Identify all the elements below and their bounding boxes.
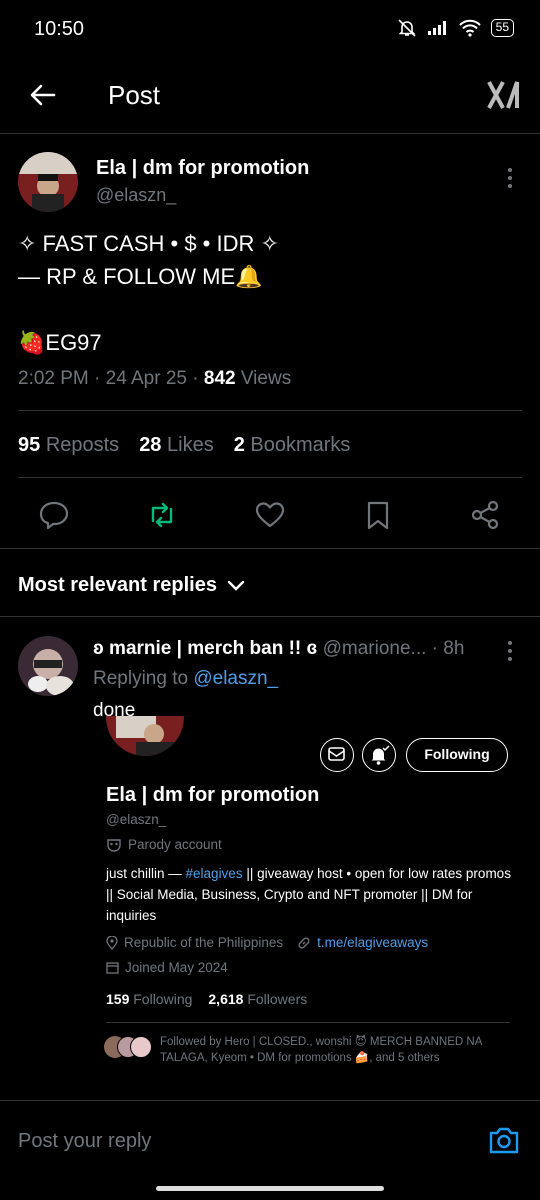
replying-to-prefix: Replying to — [93, 668, 194, 689]
card-followers-count: 2,618 — [208, 991, 244, 1007]
reply-time: · 8h — [431, 638, 465, 659]
author-name[interactable]: Ela | dm for promotion — [96, 157, 309, 180]
status-time: 10:50 — [34, 18, 85, 40]
card-following-count: 159 — [106, 991, 130, 1007]
card-joined-row: Joined May 2024 — [106, 960, 228, 975]
reply-image-profile-card[interactable]: Following Ela | dm for promotion @elaszn… — [94, 716, 522, 1100]
reply-composer — [0, 1100, 540, 1180]
reply-author-name[interactable]: ʚ marnie | merch ban !! ɞ — [93, 638, 317, 659]
share-icon[interactable] — [469, 499, 501, 531]
divider — [18, 477, 522, 478]
more-options-icon[interactable] — [504, 166, 516, 190]
reply-header: ʚ marnie | merch ban !! ɞ @marione... · … — [93, 638, 464, 660]
post-timestamp[interactable]: 2:02 PM · 24 Apr 25 · — [18, 368, 204, 389]
reply-icon[interactable] — [38, 499, 70, 531]
status-bar: 10:50 55 — [0, 0, 540, 60]
likes-count: 28 — [139, 434, 162, 456]
views-label: Views — [235, 368, 292, 389]
replying-to-handle[interactable]: @elaszn_ — [193, 668, 278, 689]
card-avatar — [106, 716, 184, 756]
card-handle: @elaszn_ — [106, 812, 167, 827]
top-app-bar: Post — [0, 60, 540, 134]
post-meta: 2:02 PM · 24 Apr 25 · 842 Views — [18, 368, 291, 390]
likes-stat[interactable]: 28 Likes — [139, 434, 214, 457]
likes-label: Likes — [167, 434, 214, 456]
signal-icon — [427, 21, 446, 35]
card-notify-button[interactable] — [362, 738, 396, 772]
card-following-button[interactable]: Following — [406, 738, 508, 772]
card-parody-label: Parody account — [106, 837, 222, 852]
bell-check-icon — [371, 745, 390, 765]
card-following-label: Following — [133, 991, 193, 1007]
camera-icon[interactable] — [488, 1125, 520, 1155]
section-divider — [0, 616, 540, 617]
card-follow-stats: 159 Following 2,618 Followers — [106, 991, 307, 1007]
card-message-button[interactable] — [320, 738, 354, 772]
card-divider — [106, 1022, 510, 1023]
post-line-3: 🍓EG97 — [18, 330, 102, 355]
post-text: ✧ FAST CASH • $ • IDR ✧ — RP & FOLLOW ME… — [18, 227, 279, 359]
card-followers-label: Followers — [247, 991, 308, 1007]
card-joined: Joined May 2024 — [125, 960, 228, 975]
reply-avatar[interactable] — [18, 636, 78, 696]
card-name: Ela | dm for promotion — [106, 784, 320, 806]
like-heart-icon[interactable] — [254, 499, 286, 531]
card-bio-part1: just chillin — — [106, 866, 186, 881]
post-line-2: — RP & FOLLOW ME🔔 — [18, 264, 263, 289]
section-divider — [0, 548, 540, 549]
post-line-1: ✧ FAST CASH • $ • IDR ✧ — [18, 231, 279, 256]
page-title: Post — [108, 80, 161, 110]
reposts-stat[interactable]: 95 Reposts — [18, 434, 119, 457]
bookmarks-stat[interactable]: 2 Bookmarks — [234, 434, 351, 457]
views-count: 842 — [203, 368, 236, 389]
mail-icon — [328, 747, 345, 761]
status-icons: 55 — [397, 18, 514, 38]
reply-input[interactable] — [18, 1123, 458, 1159]
repost-icon[interactable] — [146, 499, 178, 531]
card-location-row: Republic of the Philippines t.me/elagive… — [106, 935, 428, 950]
back-arrow-icon[interactable] — [28, 80, 58, 110]
bookmarks-label: Bookmarks — [250, 434, 351, 456]
battery-indicator: 55 — [490, 19, 514, 37]
mute-bell-icon — [398, 19, 416, 37]
chevron-down-icon — [227, 580, 245, 591]
card-parody-text: Parody account — [128, 837, 222, 852]
card-bio-hashtag: #elagives — [185, 866, 243, 881]
wifi-icon — [458, 19, 481, 37]
reply-more-options-icon[interactable] — [504, 639, 516, 663]
post-stats: 95 Reposts 28 Likes 2 Bookmarks — [18, 434, 350, 457]
bookmarks-count: 2 — [233, 434, 245, 456]
location-pin-icon — [106, 935, 118, 950]
divider — [18, 410, 522, 411]
card-website: t.me/elagiveaways — [317, 935, 429, 950]
card-location: Republic of the Philippines — [124, 935, 284, 950]
replying-to: Replying to @elaszn_ — [93, 668, 278, 690]
mask-icon — [107, 838, 121, 852]
author-avatar[interactable] — [18, 152, 78, 212]
calendar-icon — [106, 962, 119, 974]
link-icon — [298, 937, 310, 948]
reposts-label: Reposts — [45, 434, 120, 456]
card-followed-by: Followed by Hero | CLOSED., wonshi 😈 MER… — [160, 1036, 482, 1064]
bookmark-icon[interactable] — [362, 499, 394, 531]
replies-sort-dropdown[interactable]: Most relevant replies — [18, 574, 245, 597]
card-bio: just chillin — #elagives || giveaway hos… — [106, 863, 516, 926]
mutual-avatar — [130, 1036, 152, 1058]
reply-author-handle[interactable]: @marione... — [323, 638, 427, 659]
author-handle[interactable]: @elaszn_ — [96, 185, 176, 206]
replies-sort-label: Most relevant replies — [18, 574, 217, 596]
reposts-count: 95 — [18, 434, 41, 456]
home-indicator[interactable] — [156, 1186, 384, 1191]
card-followed-by-avatars — [104, 1036, 156, 1060]
grok-icon[interactable] — [486, 78, 520, 112]
